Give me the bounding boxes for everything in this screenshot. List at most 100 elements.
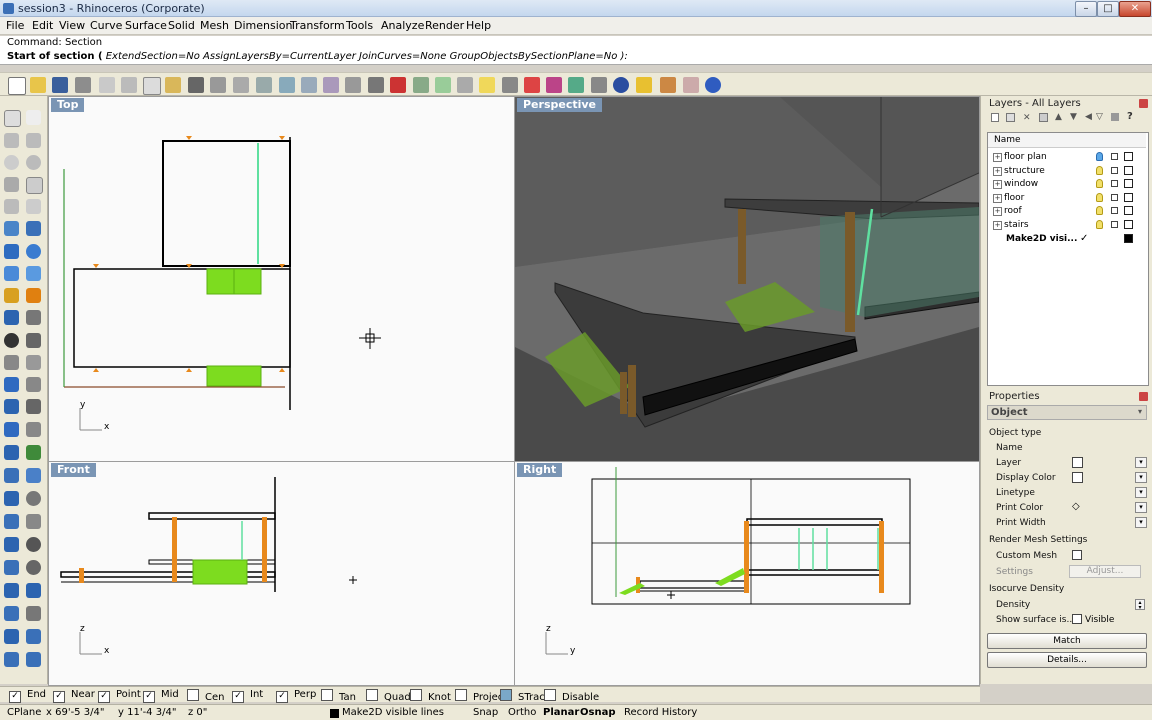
- print-color-diamond-icon[interactable]: ◇: [1072, 501, 1080, 512]
- loft-icon[interactable]: [4, 514, 19, 529]
- osnap-strack-checkbox[interactable]: [500, 689, 512, 701]
- menu-solid[interactable]: Solid: [168, 19, 195, 32]
- open-icon[interactable]: [30, 77, 46, 93]
- snap-toggle[interactable]: Snap: [473, 707, 498, 718]
- osnap-int[interactable]: ✓ Int: [232, 689, 263, 703]
- layer-filter-icon[interactable]: [1039, 113, 1048, 122]
- paste-icon[interactable]: [165, 77, 181, 93]
- zoom-window-icon[interactable]: [279, 77, 295, 93]
- move-out-icon[interactable]: ◀: [1085, 112, 1092, 122]
- light-bulb-icon[interactable]: [1096, 166, 1103, 175]
- display-color-swatch[interactable]: [1072, 472, 1083, 483]
- layer-row[interactable]: + structure: [988, 165, 1146, 178]
- chamfer-icon[interactable]: [26, 583, 41, 598]
- delete-layer-icon[interactable]: ✕: [1023, 113, 1031, 123]
- light-bulb-icon[interactable]: [1096, 193, 1103, 202]
- patch-icon[interactable]: [4, 560, 19, 575]
- osnap-mid[interactable]: ✓ Mid: [143, 689, 179, 703]
- expand-icon[interactable]: +: [993, 207, 1002, 216]
- osnap-quad[interactable]: Quad: [366, 689, 411, 703]
- hatch-icon[interactable]: [26, 422, 41, 437]
- join-icon[interactable]: [26, 333, 41, 348]
- expand-icon[interactable]: +: [993, 194, 1002, 203]
- layer-row-current[interactable]: Make2D visi... ✓: [988, 233, 1146, 246]
- menu-mesh[interactable]: Mesh: [200, 19, 229, 32]
- new-icon[interactable]: [8, 77, 26, 95]
- properties-tab-object[interactable]: Object ▾: [987, 405, 1147, 420]
- osnap-disable[interactable]: Disable: [544, 689, 599, 703]
- command-prompt-options[interactable]: ExtendSection=No AssignLayersBy=CurrentL…: [106, 51, 628, 62]
- surface-icon[interactable]: [4, 221, 19, 236]
- menu-render[interactable]: Render: [425, 19, 464, 32]
- osnap-near[interactable]: ✓ Near: [53, 689, 95, 703]
- analyze-icon[interactable]: [4, 468, 19, 483]
- cylinder-icon[interactable]: [4, 266, 19, 281]
- dimension-icon[interactable]: [4, 422, 19, 437]
- print-color-dropdown-icon[interactable]: ▾: [1135, 502, 1147, 513]
- split-icon[interactable]: [4, 333, 19, 348]
- lock-icon[interactable]: [1111, 207, 1118, 214]
- mesh-icon[interactable]: [4, 310, 19, 325]
- copy-tool-icon[interactable]: [26, 355, 41, 370]
- polygon-icon[interactable]: [4, 177, 19, 192]
- details-button[interactable]: Details...: [987, 652, 1147, 668]
- pan-icon[interactable]: [210, 77, 226, 93]
- layer-icon[interactable]: [524, 77, 540, 93]
- planar-toggle[interactable]: Planar: [543, 707, 579, 718]
- visible-checkbox[interactable]: [1072, 614, 1082, 624]
- density-spinner[interactable]: ▴ ▾: [1135, 599, 1145, 611]
- osnap-int-checkbox[interactable]: ✓: [232, 691, 244, 703]
- smash-icon[interactable]: [26, 652, 41, 667]
- zoom-extents-icon[interactable]: [301, 77, 317, 93]
- select-icon[interactable]: [568, 77, 584, 93]
- tools-panel-icon[interactable]: [1111, 113, 1119, 121]
- import-icon[interactable]: [99, 77, 115, 93]
- tab-dropdown-icon[interactable]: ▾: [1138, 407, 1142, 416]
- point-icon[interactable]: [457, 77, 473, 93]
- osnap-perp[interactable]: ✓ Perp: [276, 689, 316, 703]
- expand-icon[interactable]: +: [993, 153, 1002, 162]
- viewport-perspective-label[interactable]: Perspective: [517, 98, 603, 112]
- zoom-icon[interactable]: [256, 77, 272, 93]
- osnap-tan-checkbox[interactable]: [321, 689, 333, 701]
- explode-icon[interactable]: [26, 288, 41, 303]
- osnap-end[interactable]: ✓ End: [9, 689, 46, 703]
- layer-row[interactable]: + roof: [988, 205, 1146, 218]
- extrude-icon[interactable]: [26, 266, 41, 281]
- new-sublayer-icon[interactable]: [1006, 113, 1015, 122]
- layer-swatch[interactable]: [1072, 457, 1083, 468]
- select-arrow-icon[interactable]: [4, 110, 21, 127]
- tools-icon[interactable]: [660, 77, 676, 93]
- menu-analyze[interactable]: Analyze: [381, 19, 424, 32]
- expand-icon[interactable]: +: [993, 167, 1002, 176]
- osnap-point[interactable]: ✓ Point: [98, 689, 141, 703]
- layer-color-swatch[interactable]: [1124, 152, 1133, 161]
- cut-icon[interactable]: [121, 77, 137, 93]
- viewport-right-label[interactable]: Right: [517, 463, 563, 477]
- trim-icon[interactable]: [26, 310, 41, 325]
- layer-row[interactable]: + floor: [988, 192, 1146, 205]
- unroll-icon[interactable]: [4, 652, 19, 667]
- osnap-end-checkbox[interactable]: ✓: [9, 691, 21, 703]
- osnap-knot-checkbox[interactable]: [410, 689, 422, 701]
- ellipse-icon[interactable]: [26, 155, 41, 170]
- menu-help[interactable]: Help: [466, 19, 491, 32]
- scale-icon[interactable]: [26, 377, 41, 392]
- layer-color-swatch[interactable]: [1124, 193, 1133, 202]
- custom-mesh-checkbox[interactable]: [1072, 550, 1082, 560]
- object-properties-icon[interactable]: [546, 77, 562, 93]
- menu-transform[interactable]: Transform: [290, 19, 345, 32]
- current-layer-status[interactable]: Make2D visible lines: [342, 707, 444, 718]
- filter-icon[interactable]: ▽: [1096, 112, 1103, 122]
- undo-icon[interactable]: [188, 77, 204, 93]
- linetype-dropdown-icon[interactable]: ▾: [1135, 487, 1147, 498]
- menu-file[interactable]: File: [6, 19, 24, 32]
- lock-icon[interactable]: [1111, 180, 1118, 187]
- viewport-top[interactable]: Top y x: [48, 96, 516, 463]
- tools2-icon[interactable]: [683, 77, 699, 93]
- lock-icon[interactable]: [1111, 167, 1118, 174]
- fillet-icon[interactable]: [4, 583, 19, 598]
- menu-dimension[interactable]: Dimension: [234, 19, 292, 32]
- minimize-button[interactable]: –: [1075, 1, 1097, 17]
- menu-surface[interactable]: Surface: [125, 19, 167, 32]
